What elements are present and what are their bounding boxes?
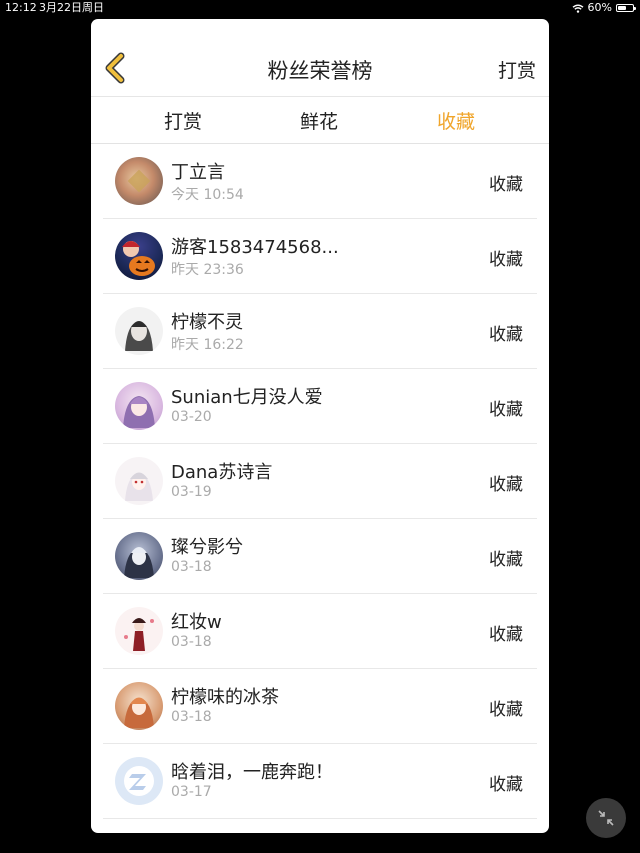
status-time: 12:12 <box>5 1 37 14</box>
favorite-label: 收藏 <box>489 475 523 495</box>
qq-logo-icon <box>124 766 154 796</box>
list-item[interactable]: 游客1583474568... 昨天 23:36 收藏 <box>103 219 537 294</box>
tab-favorites[interactable]: 收藏 <box>416 107 496 134</box>
fan-time: 昨天 16:22 <box>171 337 244 353</box>
fan-time: 03-18 <box>171 634 212 650</box>
fan-name: Dana苏诗言 <box>171 462 273 483</box>
list-item[interactable]: 红妆w 03-18 收藏 <box>103 594 537 669</box>
list-item[interactable]: 丁立言 今天 10:54 收藏 <box>103 144 537 219</box>
fan-name: 璨兮影兮 <box>171 537 243 558</box>
favorite-label: 收藏 <box>489 700 523 720</box>
fan-time: 03-20 <box>171 409 212 425</box>
fan-time: 03-18 <box>171 709 212 725</box>
tab-bar: 打赏 鲜花 收藏 <box>91 97 549 144</box>
fan-name: 游客1583474568... <box>171 237 339 258</box>
fan-name: 红妆w <box>171 612 222 633</box>
fan-time: 03-17 <box>171 784 212 800</box>
fan-list: 丁立言 今天 10:54 收藏 游客1583474568... 昨天 23:36… <box>91 144 549 819</box>
fan-time: 今天 10:54 <box>171 187 244 203</box>
battery-icon <box>616 4 636 12</box>
fan-name: Sunian七月没人爱 <box>171 387 323 408</box>
avatar <box>115 682 163 730</box>
fan-name: 丁立言 <box>171 162 225 183</box>
favorite-label: 收藏 <box>489 550 523 570</box>
fan-name: 晗着泪，一鹿奔跑！ <box>171 762 333 783</box>
tip-button[interactable]: 打赏 <box>498 56 536 83</box>
avatar <box>115 457 163 505</box>
favorite-label: 收藏 <box>489 175 523 195</box>
list-item[interactable]: Dana苏诗言 03-19 收藏 <box>103 444 537 519</box>
list-item[interactable]: 柠檬味的冰茶 03-18 收藏 <box>103 669 537 744</box>
fan-time: 昨天 23:36 <box>171 262 244 278</box>
favorite-label: 收藏 <box>489 775 523 795</box>
list-item[interactable]: Sunian七月没人爱 03-20 收藏 <box>103 369 537 444</box>
fan-time: 03-18 <box>171 559 212 575</box>
avatar <box>115 607 163 655</box>
page-title: 粉丝荣誉榜 <box>267 59 373 83</box>
list-item[interactable]: 晗着泪，一鹿奔跑！ 03-17 收藏 <box>103 744 537 819</box>
tab-flowers[interactable]: 鲜花 <box>279 107 359 134</box>
battery-percent: 60% <box>587 1 612 14</box>
fan-name: 柠檬味的冰茶 <box>171 687 279 708</box>
wifi-icon <box>572 4 583 13</box>
favorite-label: 收藏 <box>489 400 523 420</box>
list-item[interactable]: 璨兮影兮 03-18 收藏 <box>103 519 537 594</box>
favorite-label: 收藏 <box>489 325 523 345</box>
fan-time: 03-19 <box>171 484 212 500</box>
fans-ranking-panel: 粉丝荣誉榜 打赏 打赏 鲜花 收藏 丁立言 今天 10:54 收藏 游客1583… <box>91 19 549 833</box>
header: 粉丝荣誉榜 打赏 <box>91 19 549 97</box>
favorite-label: 收藏 <box>489 625 523 645</box>
status-bar: 12:12 3月22日周日 60% <box>0 0 640 16</box>
collapse-button[interactable] <box>586 798 626 838</box>
avatar <box>115 382 163 430</box>
avatar <box>115 307 163 355</box>
avatar <box>115 157 163 205</box>
status-right: 60% <box>572 0 636 16</box>
tab-tip[interactable]: 打赏 <box>143 107 223 134</box>
avatar <box>115 532 163 580</box>
status-date: 3月22日周日 <box>39 1 104 14</box>
list-item[interactable]: 柠檬不灵 昨天 16:22 收藏 <box>103 294 537 369</box>
fan-name: 柠檬不灵 <box>171 312 243 333</box>
favorite-label: 收藏 <box>489 250 523 270</box>
avatar <box>115 232 163 280</box>
avatar <box>115 757 163 805</box>
collapse-arrows-icon <box>598 810 614 826</box>
